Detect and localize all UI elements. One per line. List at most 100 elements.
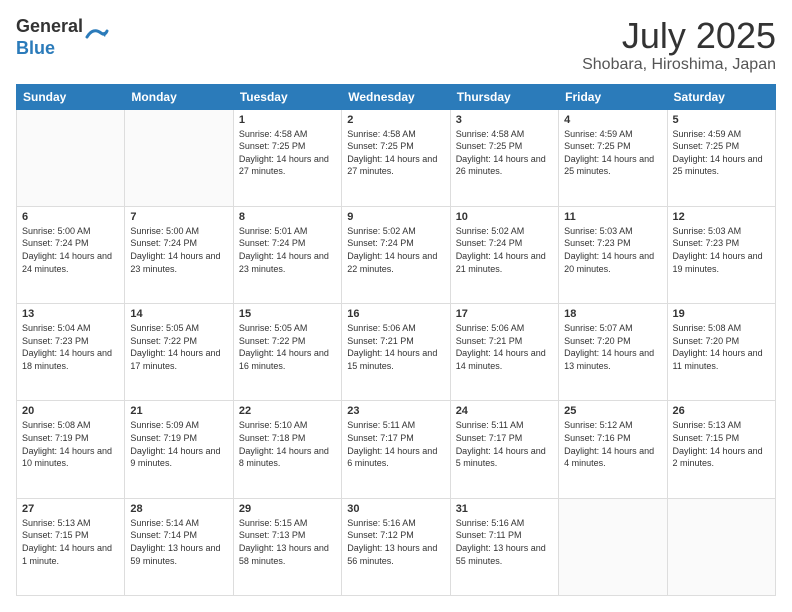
weekday-header-saturday: Saturday [667,84,775,109]
calendar-cell: 17 Sunrise: 5:06 AM Sunset: 7:21 PM Dayli… [450,304,558,401]
day-number: 19 [673,308,770,320]
week-row-1: 1 Sunrise: 4:58 AM Sunset: 7:25 PM Daylig… [17,109,776,206]
day-info: Sunrise: 5:05 AM Sunset: 7:22 PM Dayligh… [239,322,336,372]
day-number: 20 [22,405,119,417]
day-number: 1 [239,114,336,126]
month-title: July 2025 [582,16,776,56]
day-info: Sunrise: 5:06 AM Sunset: 7:21 PM Dayligh… [347,322,444,372]
weekday-header-tuesday: Tuesday [233,84,341,109]
day-number: 15 [239,308,336,320]
calendar-cell: 6 Sunrise: 5:00 AM Sunset: 7:24 PM Daylig… [17,206,125,303]
day-info: Sunrise: 5:16 AM Sunset: 7:12 PM Dayligh… [347,517,444,567]
calendar-cell: 7Sunrise: 5:00 AM Sunset: 7:24 PM Daylig… [125,206,233,303]
calendar-cell: 14 Sunrise: 5:05 AM Sunset: 7:22 PM Dayli… [125,304,233,401]
calendar-cell: 18Sunrise: 5:07 AM Sunset: 7:20 PM Dayli… [559,304,667,401]
day-number: 11 [564,211,661,223]
weekday-header-thursday: Thursday [450,84,558,109]
calendar-cell [125,109,233,206]
day-number: 27 [22,503,119,515]
calendar-cell: 25 Sunrise: 5:12 AM Sunset: 7:16 PM Dayli… [559,401,667,498]
week-row-3: 13Sunrise: 5:04 AM Sunset: 7:23 PM Dayli… [17,304,776,401]
day-number: 30 [347,503,444,515]
calendar-cell: 21 Sunrise: 5:09 AM Sunset: 7:19 PM Dayli… [125,401,233,498]
day-info: Sunrise: 4:58 AM Sunset: 7:25 PM Dayligh… [456,128,553,178]
day-info: Sunrise: 5:03 AM Sunset: 7:23 PM Dayligh… [564,225,661,275]
day-info: Sunrise: 5:01 AM Sunset: 7:24 PM Dayligh… [239,225,336,275]
weekday-header-sunday: Sunday [17,84,125,109]
day-number: 8 [239,211,336,223]
day-number: 4 [564,114,661,126]
day-info: Sunrise: 4:58 AM Sunset: 7:25 PM Dayligh… [239,128,336,178]
day-number: 17 [456,308,553,320]
calendar-cell: 27Sunrise: 5:13 AM Sunset: 7:15 PM Dayli… [17,498,125,595]
day-info: Sunrise: 5:08 AM Sunset: 7:20 PM Dayligh… [673,322,770,372]
calendar-cell: 4 Sunrise: 4:59 AM Sunset: 7:25 PM Daylig… [559,109,667,206]
day-info: Sunrise: 5:15 AM Sunset: 7:13 PM Dayligh… [239,517,336,567]
calendar-cell: 19 Sunrise: 5:08 AM Sunset: 7:20 PM Dayli… [667,304,775,401]
week-row-4: 20 Sunrise: 5:08 AM Sunset: 7:19 PM Dayli… [17,401,776,498]
day-info: Sunrise: 5:10 AM Sunset: 7:18 PM Dayligh… [239,419,336,469]
day-number: 31 [456,503,553,515]
day-info: Sunrise: 5:13 AM Sunset: 7:15 PM Dayligh… [673,419,770,469]
calendar-cell: 1 Sunrise: 4:58 AM Sunset: 7:25 PM Daylig… [233,109,341,206]
calendar-cell: 3 Sunrise: 4:58 AM Sunset: 7:25 PM Daylig… [450,109,558,206]
day-number: 21 [130,405,227,417]
day-number: 28 [130,503,227,515]
day-number: 26 [673,405,770,417]
day-number: 25 [564,405,661,417]
day-number: 3 [456,114,553,126]
day-info: Sunrise: 5:06 AM Sunset: 7:21 PM Dayligh… [456,322,553,372]
day-number: 23 [347,405,444,417]
day-info: Sunrise: 5:08 AM Sunset: 7:19 PM Dayligh… [22,419,119,469]
calendar-cell: 24 Sunrise: 5:11 AM Sunset: 7:17 PM Dayli… [450,401,558,498]
calendar-cell: 23 Sunrise: 5:11 AM Sunset: 7:17 PM Dayli… [342,401,450,498]
calendar-cell: 26 Sunrise: 5:13 AM Sunset: 7:15 PM Dayli… [667,401,775,498]
day-number: 5 [673,114,770,126]
day-number: 14 [130,308,227,320]
weekday-header-wednesday: Wednesday [342,84,450,109]
day-info: Sunrise: 5:04 AM Sunset: 7:23 PM Dayligh… [22,322,119,372]
day-info: Sunrise: 5:02 AM Sunset: 7:24 PM Dayligh… [456,225,553,275]
day-info: Sunrise: 5:16 AM Sunset: 7:11 PM Dayligh… [456,517,553,567]
day-number: 16 [347,308,444,320]
day-number: 24 [456,405,553,417]
day-info: Sunrise: 5:00 AM Sunset: 7:24 PM Dayligh… [130,225,227,275]
day-info: Sunrise: 5:11 AM Sunset: 7:17 PM Dayligh… [456,419,553,469]
day-info: Sunrise: 4:59 AM Sunset: 7:25 PM Dayligh… [673,128,770,178]
day-number: 6 [22,211,119,223]
weekday-header-monday: Monday [125,84,233,109]
title-block: July 2025 Shobara, Hiroshima, Japan [582,16,776,74]
day-info: Sunrise: 5:12 AM Sunset: 7:16 PM Dayligh… [564,419,661,469]
day-number: 9 [347,211,444,223]
day-info: Sunrise: 5:05 AM Sunset: 7:22 PM Dayligh… [130,322,227,372]
calendar-cell: 29Sunrise: 5:15 AM Sunset: 7:13 PM Dayli… [233,498,341,595]
calendar-cell: 9 Sunrise: 5:02 AM Sunset: 7:24 PM Daylig… [342,206,450,303]
calendar-cell: 22Sunrise: 5:10 AM Sunset: 7:18 PM Dayli… [233,401,341,498]
week-row-5: 27Sunrise: 5:13 AM Sunset: 7:15 PM Dayli… [17,498,776,595]
calendar-cell: 13Sunrise: 5:04 AM Sunset: 7:23 PM Dayli… [17,304,125,401]
location-title: Shobara, Hiroshima, Japan [582,56,776,74]
calendar: SundayMondayTuesdayWednesdayThursdayFrid… [16,84,776,596]
calendar-cell: 12Sunrise: 5:03 AM Sunset: 7:23 PM Dayli… [667,206,775,303]
header: General Blue July 2025 Shobara, Hiroshim… [16,16,776,74]
calendar-cell: 15 Sunrise: 5:05 AM Sunset: 7:22 PM Dayli… [233,304,341,401]
day-info: Sunrise: 5:02 AM Sunset: 7:24 PM Dayligh… [347,225,444,275]
calendar-cell [17,109,125,206]
weekday-header-friday: Friday [559,84,667,109]
day-info: Sunrise: 4:58 AM Sunset: 7:25 PM Dayligh… [347,128,444,178]
day-info: Sunrise: 4:59 AM Sunset: 7:25 PM Dayligh… [564,128,661,178]
calendar-cell [559,498,667,595]
day-number: 2 [347,114,444,126]
logo-icon [85,25,109,49]
day-info: Sunrise: 5:11 AM Sunset: 7:17 PM Dayligh… [347,419,444,469]
day-number: 10 [456,211,553,223]
day-info: Sunrise: 5:00 AM Sunset: 7:24 PM Dayligh… [22,225,119,275]
calendar-cell: 5 Sunrise: 4:59 AM Sunset: 7:25 PM Daylig… [667,109,775,206]
week-row-2: 6 Sunrise: 5:00 AM Sunset: 7:24 PM Daylig… [17,206,776,303]
calendar-cell: 2 Sunrise: 4:58 AM Sunset: 7:25 PM Daylig… [342,109,450,206]
logo: General Blue [16,16,109,59]
page: General Blue July 2025 Shobara, Hiroshim… [0,0,792,612]
day-info: Sunrise: 5:09 AM Sunset: 7:19 PM Dayligh… [130,419,227,469]
day-info: Sunrise: 5:03 AM Sunset: 7:23 PM Dayligh… [673,225,770,275]
day-info: Sunrise: 5:14 AM Sunset: 7:14 PM Dayligh… [130,517,227,567]
